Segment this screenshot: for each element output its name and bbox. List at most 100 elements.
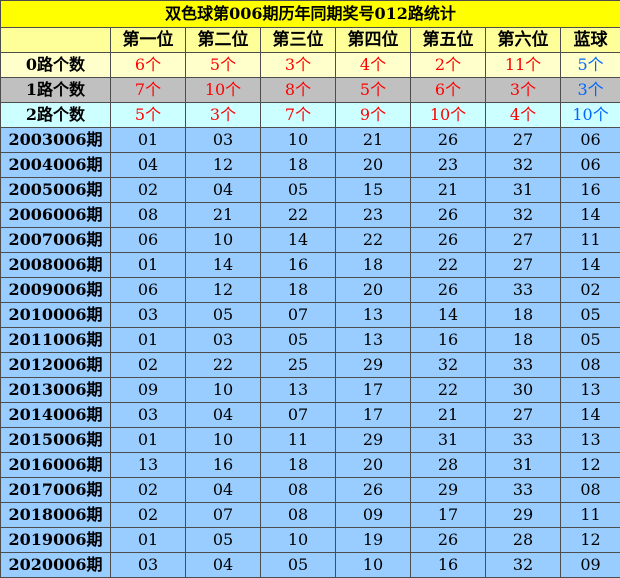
table-row: 2014006期03040717212714	[1, 403, 620, 428]
period-cell: 2004006期	[1, 153, 111, 178]
number-cell: 09	[111, 378, 186, 403]
number-cell: 10	[186, 378, 261, 403]
blue-ball-cell: 14	[561, 253, 620, 278]
number-cell: 22	[261, 203, 336, 228]
header-row: 第一位 第二位 第三位 第四位 第五位 第六位 蓝球	[1, 28, 620, 53]
number-cell: 26	[411, 128, 486, 153]
number-cell: 04	[186, 403, 261, 428]
period-cell: 2019006期	[1, 528, 111, 553]
number-cell: 03	[186, 128, 261, 153]
stat-count: 5个	[111, 103, 186, 128]
number-cell: 32	[486, 203, 561, 228]
blue-ball-cell: 14	[561, 403, 620, 428]
table-row: 2019006期01051019262812	[1, 528, 620, 553]
stat-count: 3个	[261, 53, 336, 78]
blue-ball-cell: 06	[561, 128, 620, 153]
stat-label: 0路个数	[1, 53, 111, 78]
number-cell: 01	[111, 528, 186, 553]
number-cell: 18	[261, 453, 336, 478]
number-cell: 26	[411, 278, 486, 303]
period-cell: 2016006期	[1, 453, 111, 478]
number-cell: 21	[411, 178, 486, 203]
number-cell: 15	[336, 178, 411, 203]
stat-count: 2个	[411, 53, 486, 78]
header-corner	[1, 28, 111, 53]
number-cell: 10	[186, 428, 261, 453]
number-cell: 33	[486, 478, 561, 503]
number-cell: 19	[336, 528, 411, 553]
number-cell: 32	[486, 153, 561, 178]
number-cell: 29	[336, 353, 411, 378]
number-cell: 04	[186, 178, 261, 203]
number-cell: 02	[111, 353, 186, 378]
number-cell: 31	[411, 428, 486, 453]
number-cell: 33	[486, 278, 561, 303]
stat-count: 5个	[186, 53, 261, 78]
number-cell: 26	[411, 203, 486, 228]
blue-ball-cell: 08	[561, 353, 620, 378]
number-cell: 10	[261, 528, 336, 553]
number-cell: 31	[486, 453, 561, 478]
stat-count: 3个	[486, 78, 561, 103]
blue-ball-cell: 06	[561, 153, 620, 178]
period-cell: 2014006期	[1, 403, 111, 428]
table-row: 2017006期02040826293308	[1, 478, 620, 503]
stat-row-2: 2路个数5个3个7个9个10个4个10个	[1, 103, 620, 128]
blue-ball-cell: 12	[561, 528, 620, 553]
number-cell: 18	[486, 303, 561, 328]
number-cell: 22	[186, 353, 261, 378]
period-cell: 2013006期	[1, 378, 111, 403]
number-cell: 07	[261, 403, 336, 428]
stat-row-0: 0路个数6个5个3个4个2个11个5个	[1, 53, 620, 78]
table-row: 2012006期02222529323308	[1, 353, 620, 378]
blue-ball-cell: 11	[561, 503, 620, 528]
blue-ball-cell: 14	[561, 203, 620, 228]
number-cell: 01	[111, 253, 186, 278]
number-cell: 04	[186, 478, 261, 503]
blue-ball-cell: 05	[561, 328, 620, 353]
header-pos-6: 第六位	[486, 28, 561, 53]
number-cell: 31	[486, 178, 561, 203]
number-cell: 14	[261, 228, 336, 253]
number-cell: 18	[486, 328, 561, 353]
number-cell: 27	[486, 253, 561, 278]
blue-ball-cell: 08	[561, 478, 620, 503]
number-cell: 33	[486, 428, 561, 453]
number-cell: 05	[261, 328, 336, 353]
period-cell: 2018006期	[1, 503, 111, 528]
header-blue-ball: 蓝球	[561, 28, 620, 53]
number-cell: 01	[111, 428, 186, 453]
table-row: 2003006期01031021262706	[1, 128, 620, 153]
number-cell: 06	[111, 228, 186, 253]
stat-count: 9个	[336, 103, 411, 128]
period-cell: 2010006期	[1, 303, 111, 328]
number-cell: 13	[336, 328, 411, 353]
table-row: 2011006期01030513161805	[1, 328, 620, 353]
number-cell: 28	[411, 453, 486, 478]
number-cell: 11	[261, 428, 336, 453]
stat-count: 5个	[336, 78, 411, 103]
number-cell: 29	[336, 428, 411, 453]
period-cell: 2009006期	[1, 278, 111, 303]
table-row: 2005006期02040515213116	[1, 178, 620, 203]
table-row: 2008006期01141618222714	[1, 253, 620, 278]
stat-count: 6个	[411, 78, 486, 103]
number-cell: 10	[261, 128, 336, 153]
title-row: 双色球第006期历年同期奖号012路统计	[1, 1, 620, 28]
number-cell: 17	[336, 378, 411, 403]
number-cell: 27	[486, 228, 561, 253]
number-cell: 03	[111, 553, 186, 578]
number-cell: 29	[486, 503, 561, 528]
number-cell: 25	[261, 353, 336, 378]
stat-count: 4个	[336, 53, 411, 78]
table-row: 2004006期04121820233206	[1, 153, 620, 178]
stat-count: 3个	[186, 103, 261, 128]
stat-count: 4个	[486, 103, 561, 128]
stat-row-1: 1路个数7个10个8个5个6个3个3个	[1, 78, 620, 103]
number-cell: 33	[486, 353, 561, 378]
stat-count: 7个	[261, 103, 336, 128]
stat-count: 11个	[486, 53, 561, 78]
blue-ball-cell: 02	[561, 278, 620, 303]
period-cell: 2006006期	[1, 203, 111, 228]
number-cell: 22	[411, 253, 486, 278]
